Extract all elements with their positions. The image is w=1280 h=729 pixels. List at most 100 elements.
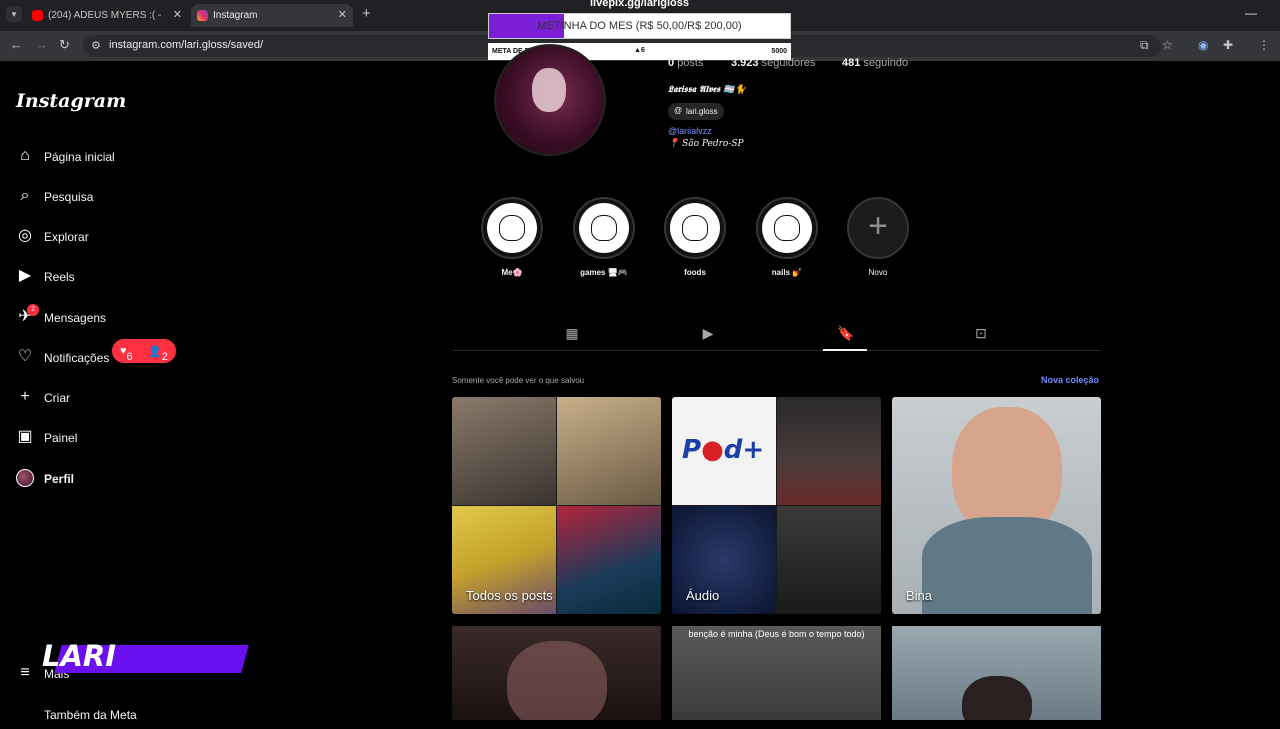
highlight-me[interactable]: Me🌸: [481, 197, 543, 279]
tab-tagged[interactable]: ⊡: [973, 325, 989, 341]
nav-also-from-meta[interactable]: Também da Meta: [16, 701, 236, 729]
livepix-title: livepix.gg/larigloss: [589, 0, 690, 9]
doodle-icon: [591, 215, 617, 241]
tab-search-icon[interactable]: ▾: [6, 6, 22, 22]
extension-icon[interactable]: ◉: [1198, 38, 1208, 52]
saved-post[interactable]: [452, 626, 661, 720]
highlight-ring: [573, 197, 635, 259]
tabs-divider: [452, 350, 1101, 351]
doodle-icon: [682, 215, 708, 241]
instagram-sidebar: Instagram ⌂ Página inicial ⌕ Pesquisa ◎ …: [0, 62, 250, 722]
close-icon[interactable]: ✕: [338, 4, 347, 27]
tab-posts[interactable]: ▦: [564, 325, 580, 341]
nav-create[interactable]: + Criar: [16, 384, 236, 412]
plus-icon: +: [868, 207, 888, 245]
menu-icon[interactable]: ⋮: [1258, 38, 1270, 52]
nav-explore[interactable]: ◎ Explorar: [16, 223, 236, 251]
highlight-ring: +: [847, 197, 909, 259]
heart-icon: ♡: [17, 348, 33, 365]
new-tab-button[interactable]: +: [362, 5, 371, 22]
messages-badge: 2: [27, 304, 39, 316]
bio-location: 📍 São Pedro-SP: [668, 139, 744, 149]
stream-name-banner: LARI: [40, 639, 249, 673]
instagram-logo[interactable]: Instagram: [16, 90, 126, 112]
goal-text: METINHA DO MES (R$ 50,00/R$ 200,00): [537, 20, 742, 32]
highlight-new[interactable]: + Novo: [847, 197, 909, 279]
dashboard-icon: ▣: [17, 428, 33, 445]
following-count[interactable]: 481 seguindo: [842, 57, 908, 69]
tab-reels[interactable]: ▶: [700, 325, 716, 341]
active-tab-indicator: [823, 349, 867, 351]
bio-mention-link[interactable]: @lariialvzz: [668, 126, 712, 136]
hamburger-icon: ≡: [20, 664, 30, 681]
threads-icon: @: [674, 106, 683, 115]
bits-target: 5000: [771, 48, 787, 55]
reload-button[interactable]: ↻: [59, 37, 70, 53]
notifications-pill[interactable]: ♥ 6 👤 2: [112, 339, 176, 363]
highlight-cover: [670, 203, 720, 253]
banner-text: LARI: [42, 639, 117, 673]
nav-label: Página inicial: [44, 150, 115, 164]
install-app-icon[interactable]: ⧉: [1140, 38, 1149, 53]
nav-reels[interactable]: ▶ Reels: [16, 263, 236, 291]
collection-title: Bina: [906, 588, 933, 603]
saved-post[interactable]: [892, 626, 1101, 720]
instagram-icon: [197, 10, 208, 21]
nav-label: Explorar: [44, 230, 89, 244]
podcast-logo: P●d+: [682, 435, 765, 465]
nav-label: Criar: [44, 391, 70, 405]
reels-icon: ▶: [18, 267, 32, 284]
highlight-cover: [487, 203, 537, 253]
nav-label: Perfil: [44, 472, 75, 486]
nav-dashboard[interactable]: ▣ Painel: [16, 424, 236, 452]
likes-count: ♥ 6: [120, 345, 133, 363]
saved-post[interactable]: benção é minha (Deus é bom o tempo todo): [672, 626, 881, 720]
nav-messages[interactable]: ✈ 2 Mensagens: [16, 304, 236, 332]
collection-audio[interactable]: P●d+ Áudio: [672, 397, 881, 614]
donation-goal-bar: METINHA DO MES (R$ 50,00/R$ 200,00): [488, 13, 791, 39]
thumbnail: [777, 397, 881, 505]
profile-picture[interactable]: [494, 44, 606, 156]
forward-button[interactable]: →: [35, 37, 48, 52]
reels-icon: ▶: [702, 325, 714, 341]
extensions-puzzle-icon[interactable]: ✚: [1223, 38, 1233, 52]
bits-current: ▲6: [634, 47, 645, 54]
collection-all-posts[interactable]: Todos os posts: [452, 397, 661, 614]
browser-tab-instagram[interactable]: Instagram ✕: [191, 4, 353, 27]
nav-label: Pesquisa: [44, 190, 94, 204]
url-text: instagram.com/lari.gloss/saved/: [109, 39, 264, 51]
profile-photo-face: [532, 68, 566, 112]
threads-link[interactable]: @ lari.gloss: [668, 103, 724, 120]
highlight-games[interactable]: games 🖥🎮: [573, 197, 635, 279]
highlight-nails[interactable]: nails 💅: [756, 197, 818, 279]
tagged-icon: ⊡: [975, 325, 987, 341]
collection-bina[interactable]: Bina: [892, 397, 1101, 614]
bookmark-star-icon[interactable]: ☆: [1162, 38, 1173, 52]
nav-search[interactable]: ⌕ Pesquisa: [16, 183, 236, 211]
compass-icon: ◎: [18, 227, 32, 244]
highlight-label: Me🌸: [501, 268, 523, 277]
followers-count[interactable]: 3.923 seguidores: [731, 57, 815, 69]
close-icon[interactable]: ✕: [173, 4, 182, 27]
site-info-icon[interactable]: ⚙: [91, 39, 101, 52]
highlight-foods[interactable]: foods: [664, 197, 726, 279]
nav-home[interactable]: ⌂ Página inicial: [16, 143, 236, 171]
highlight-label: Novo: [868, 268, 888, 277]
nav-profile[interactable]: Perfil: [16, 465, 236, 493]
tab-saved[interactable]: 🔖: [837, 325, 854, 341]
tab-title: Instagram: [213, 10, 258, 21]
saved-privacy-note: Somente você pode ver o que salvou: [452, 376, 585, 385]
nav-label: Reels: [44, 270, 75, 284]
youtube-icon: [32, 10, 43, 21]
highlight-ring: [664, 197, 726, 259]
highlight-label: nails 💅: [771, 268, 803, 277]
back-button[interactable]: ←: [10, 37, 23, 52]
highlight-label: games 🖥🎮: [580, 268, 628, 277]
browser-tab-youtube[interactable]: (204) ADEUS MYERS :( - YouTub ✕: [26, 4, 188, 44]
doodle-icon: [774, 215, 800, 241]
follows-count: 👤 2: [148, 346, 168, 363]
posts-count[interactable]: 0 posts: [668, 57, 703, 69]
new-collection-button[interactable]: Nova coleção: [1041, 375, 1099, 385]
plus-icon: +: [20, 388, 30, 405]
minimize-icon[interactable]: —: [1245, 6, 1257, 20]
